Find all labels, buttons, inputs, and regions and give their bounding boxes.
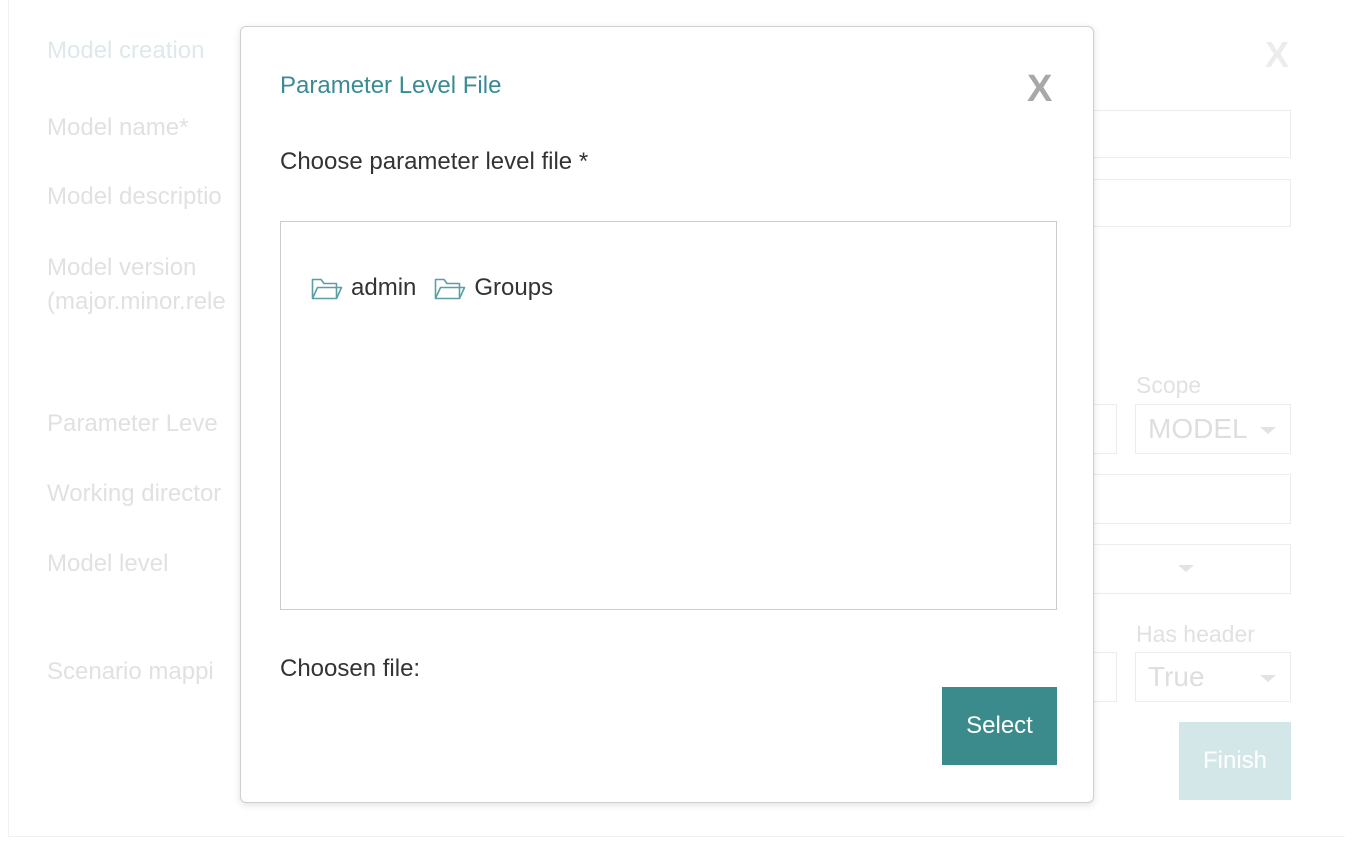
folder-icon (435, 278, 466, 300)
scope-label: Scope (1136, 372, 1202, 398)
folder-item-groups[interactable]: Groups (434, 274, 553, 302)
has-header-select[interactable]: True (1135, 652, 1291, 702)
choose-file-label: Choose parameter level file * (280, 148, 589, 175)
scenario-mapping-label: Scenario mappi (47, 658, 214, 685)
chosen-file-label: Choosen file: (280, 655, 421, 682)
model-creation-close-icon[interactable]: X (1265, 34, 1289, 76)
folder-name: Groups (474, 274, 554, 301)
model-name-label: Model name* (47, 114, 189, 141)
folder-list: admin Groups (311, 274, 571, 302)
model-version-sublabel: (major.minor.rele (47, 288, 226, 315)
folder-icon (311, 278, 343, 300)
working-directory-label: Working director (47, 480, 222, 507)
scope-select-value: MODEL (1148, 413, 1248, 444)
caret-down-icon (1260, 427, 1276, 434)
parameter-level-file-dialog: Parameter Level File X Choose parameter … (240, 26, 1094, 803)
folder-name: admin (351, 274, 417, 301)
dialog-title: Parameter Level File (280, 72, 502, 99)
close-icon[interactable]: X (1027, 67, 1052, 111)
select-button[interactable]: Select (942, 687, 1057, 765)
has-header-select-value: True (1148, 661, 1205, 692)
parameter-level-label: Parameter Leve (47, 410, 218, 437)
scope-select[interactable]: MODEL (1135, 404, 1291, 454)
file-browser[interactable]: admin Groups (280, 221, 1057, 610)
model-version-label: Model version (47, 254, 197, 281)
model-description-label: Model descriptio (47, 183, 222, 210)
caret-down-icon (1178, 565, 1194, 572)
has-header-label: Has header (1136, 621, 1255, 647)
finish-button[interactable]: Finish (1179, 722, 1291, 800)
page: Model creation X Model name* Model descr… (0, 0, 1354, 846)
model-level-label: Model level (47, 550, 169, 577)
caret-down-icon (1260, 675, 1276, 682)
folder-item-admin[interactable]: admin (311, 274, 416, 302)
model-creation-title: Model creation (47, 37, 205, 64)
